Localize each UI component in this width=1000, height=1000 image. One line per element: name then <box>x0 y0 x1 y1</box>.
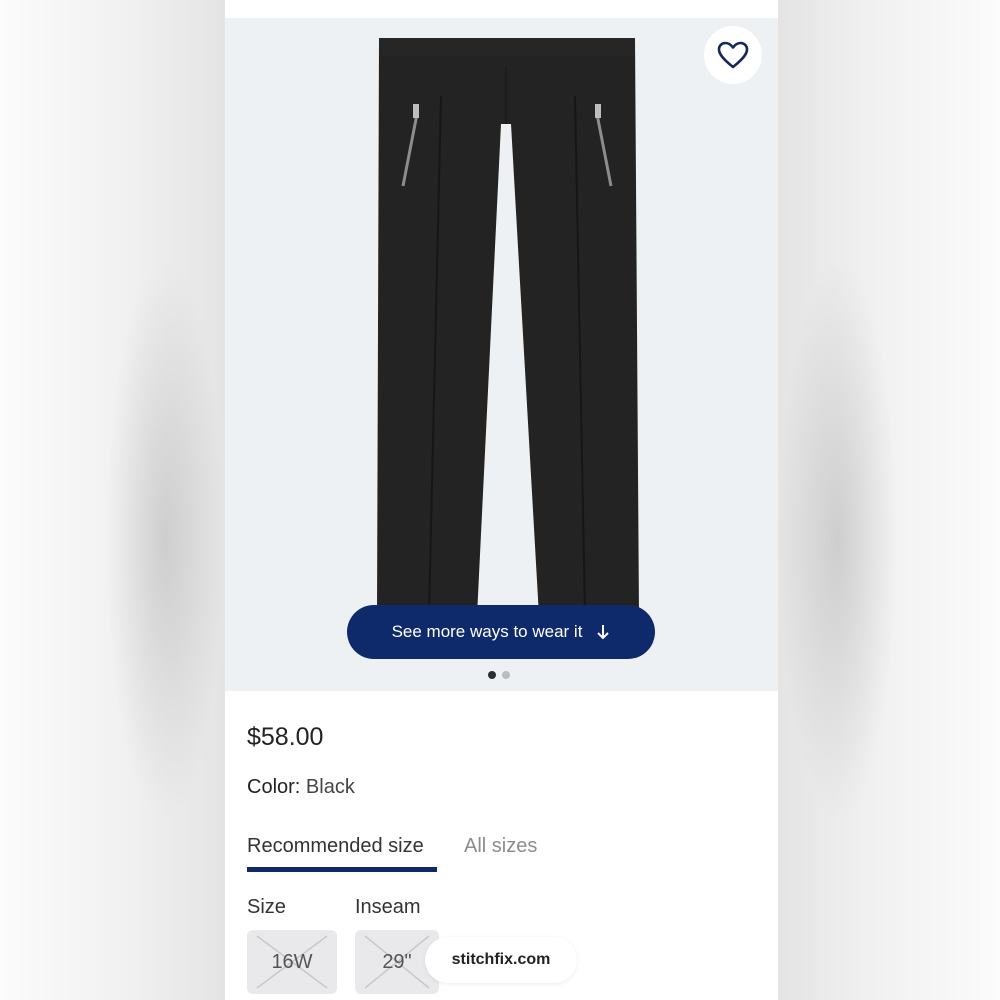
see-more-label: See more ways to wear it <box>391 622 583 641</box>
color-label: Color: <box>247 776 301 798</box>
size-label: Size <box>247 896 286 918</box>
product-image-area[interactable]: See more ways to wear it <box>225 18 778 691</box>
see-more-ways-button[interactable]: See more ways to wear it <box>347 605 655 659</box>
background-blur-right <box>778 0 1000 1000</box>
black-pants-image <box>377 38 639 616</box>
active-tab-indicator <box>247 867 437 872</box>
product-screen: See more ways to wear it $58.00 Color: B… <box>225 0 778 1000</box>
price: $58.00 <box>247 723 324 751</box>
color-value: Black <box>305 776 355 798</box>
tab-recommended-size[interactable]: Recommended size <box>247 835 424 858</box>
size-tabs: Recommended size All sizes <box>247 835 747 877</box>
heart-outline-icon <box>717 41 749 69</box>
inseam-label: Inseam <box>355 896 421 918</box>
inseam-option-label: 29" <box>382 950 412 973</box>
size-option-label: 16W <box>271 950 313 973</box>
source-watermark: stitchfix.com <box>425 937 577 983</box>
arrow-down-icon <box>597 625 610 640</box>
carousel-dots <box>488 671 510 679</box>
carousel-dot-1[interactable] <box>488 671 496 679</box>
color-info: Color: Black <box>247 776 355 799</box>
favorite-button[interactable] <box>704 26 762 84</box>
tab-all-sizes[interactable]: All sizes <box>464 835 537 858</box>
background-blur-left <box>0 0 225 1000</box>
carousel-dot-2[interactable] <box>502 671 510 679</box>
size-option-16w[interactable]: 16W <box>247 930 337 994</box>
